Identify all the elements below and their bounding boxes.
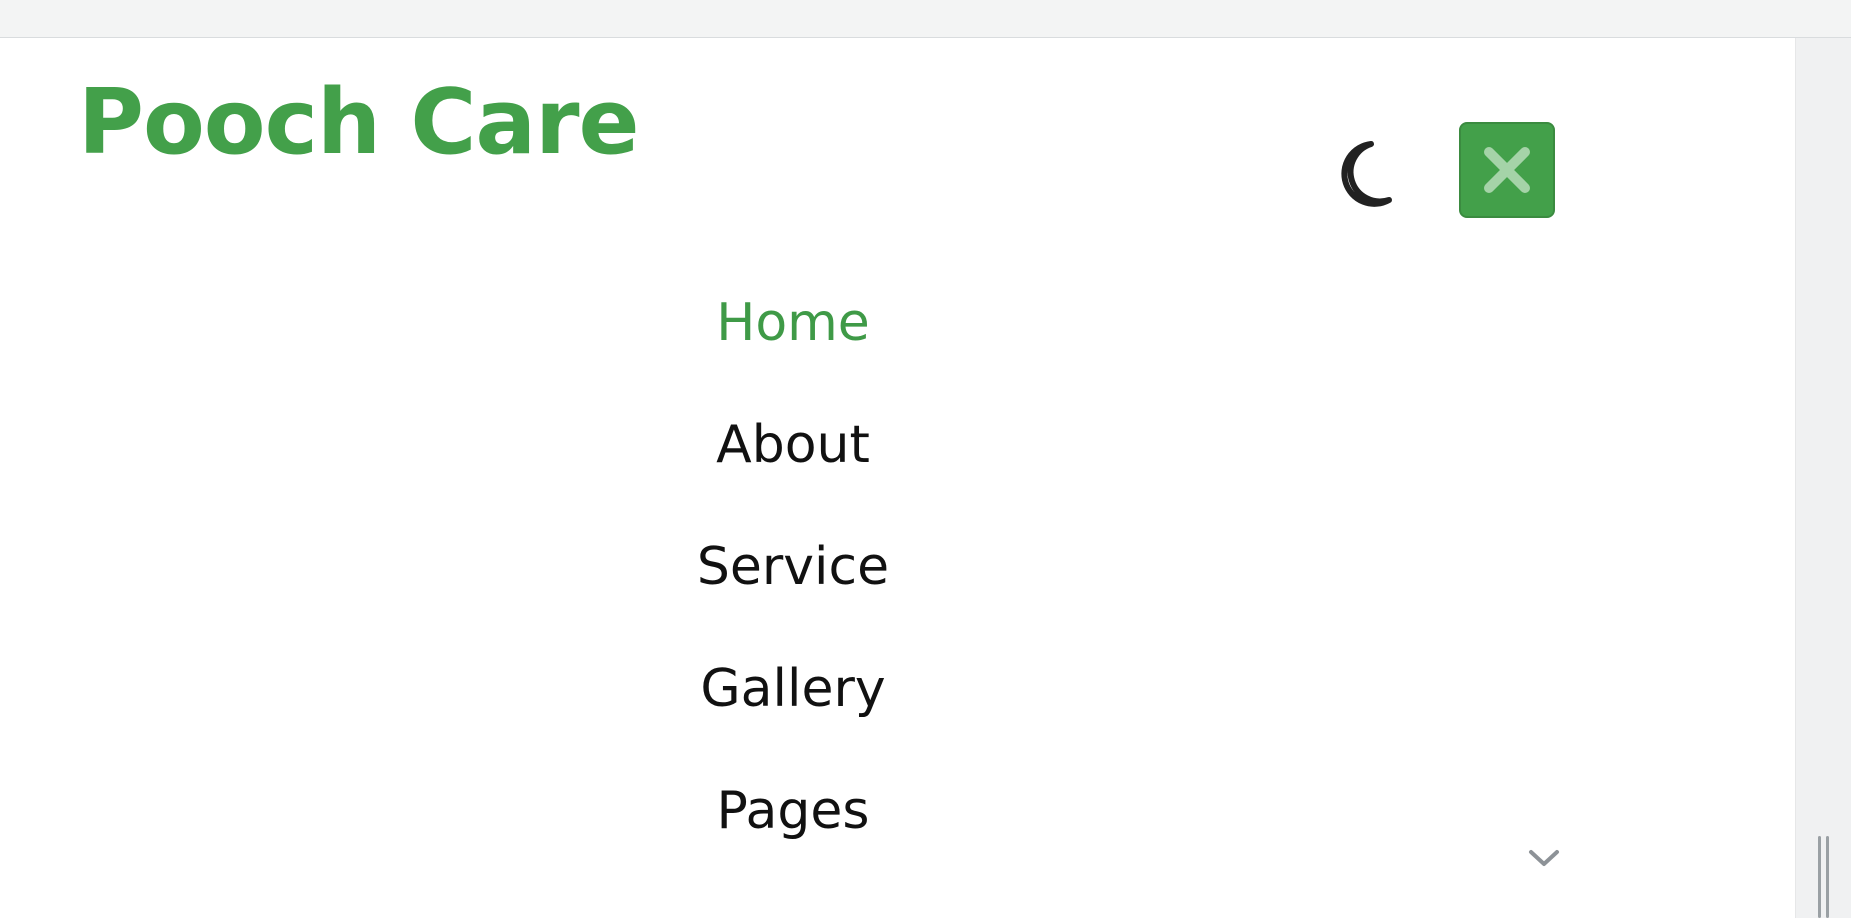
nav-item-about: About	[600, 414, 986, 536]
chevron-down-icon[interactable]	[1525, 846, 1563, 870]
theme-toggle-button[interactable]	[1327, 138, 1395, 214]
nav-link-about[interactable]: About	[716, 414, 870, 476]
nav-item-service: Service	[600, 536, 986, 658]
scrollbar-thumb[interactable]	[1815, 836, 1831, 918]
mobile-nav-menu: Home About Service Gallery Pages	[600, 292, 986, 902]
close-menu-button[interactable]	[1459, 122, 1555, 218]
nav-link-pages[interactable]: Pages	[717, 780, 870, 842]
scrollbar-track[interactable]	[1795, 38, 1851, 918]
close-icon	[1484, 147, 1530, 193]
nav-item-gallery: Gallery	[600, 658, 986, 780]
nav-item-home: Home	[600, 292, 986, 414]
nav-link-gallery[interactable]: Gallery	[700, 658, 885, 720]
nav-item-pages: Pages	[600, 780, 986, 902]
browser-top-strip	[0, 0, 1851, 38]
site-logo[interactable]: Pooch Care	[78, 78, 640, 168]
moon-icon	[1341, 141, 1392, 207]
nav-link-home[interactable]: Home	[716, 292, 870, 354]
nav-link-service[interactable]: Service	[697, 536, 889, 598]
